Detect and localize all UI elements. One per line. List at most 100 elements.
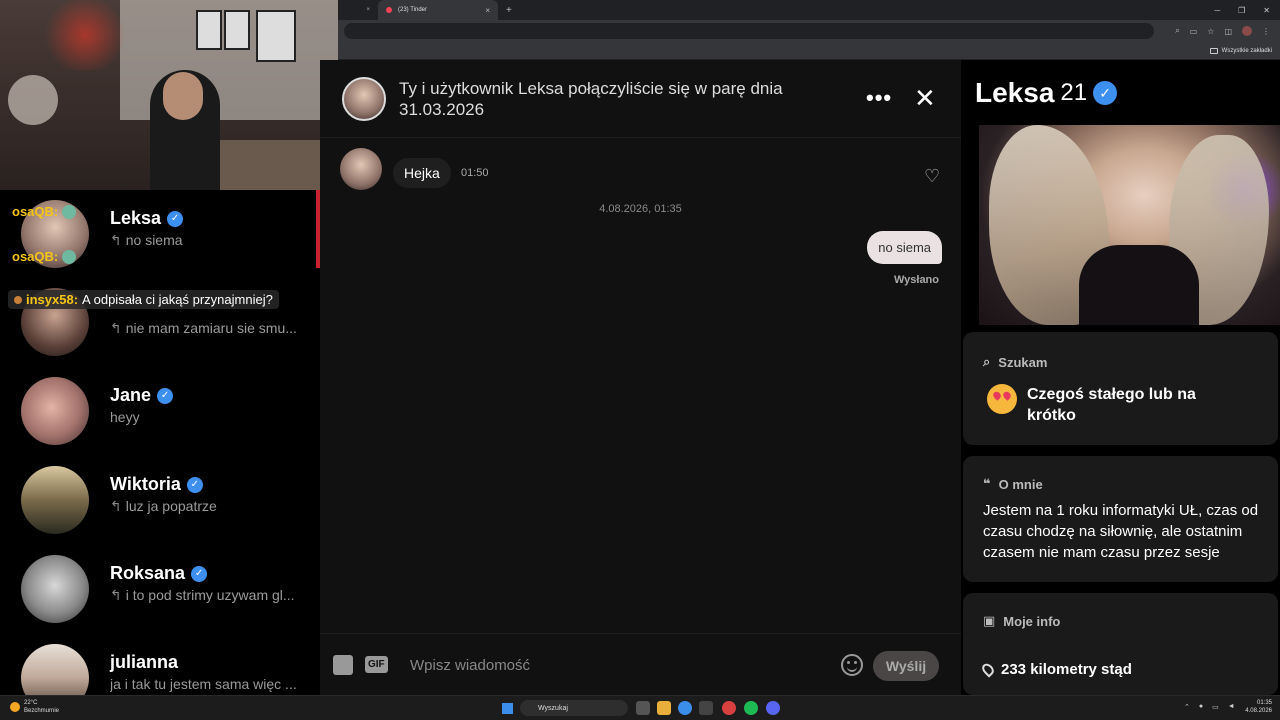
- clock[interactable]: 01:35 4.08.2026: [1245, 699, 1272, 715]
- app-icon[interactable]: [699, 701, 713, 715]
- conversation-item-roksana[interactable]: Roksana ✓ ↰ i to pod strimy uzywam gl...: [0, 545, 316, 633]
- date-separator: 4.08.2026, 01:35: [599, 203, 682, 215]
- reply-arrow-icon: ↰: [110, 320, 122, 336]
- stream-chat-message: osaQB:: [12, 204, 77, 219]
- contact-card-icon[interactable]: [333, 655, 353, 675]
- conversation-name: julianna: [110, 652, 179, 672]
- webcam-poster: [224, 10, 250, 50]
- system-tray: ⌃ ● ▭ ◄: [1184, 703, 1235, 711]
- reply-arrow-icon: ↰: [110, 587, 122, 603]
- location-pin-icon: [979, 661, 997, 678]
- toolbar-icons: ⌕ ▭ ☆ ◫ ⋮: [1175, 26, 1280, 36]
- avatar: [21, 644, 89, 695]
- tab-close-icon[interactable]: ×: [485, 6, 490, 15]
- profile-age: 21: [1060, 79, 1088, 106]
- quote-icon: ❝: [983, 476, 991, 491]
- chat-username: osaQB:: [12, 249, 59, 264]
- weather-widget[interactable]: 22°C Bezchmurnie: [10, 699, 59, 715]
- card-title: ▣ Moje info: [983, 613, 1061, 629]
- card-title: ⌕ Szukam: [983, 354, 1048, 370]
- screen: × (23) Tinder × + ─ ❐ ✕ ⌕ ▭ ☆ ◫ ⋮ Wszyst…: [0, 0, 1280, 720]
- webcam-red-light: [40, 0, 130, 70]
- cast-icon[interactable]: ▭: [1190, 27, 1198, 36]
- browser-tab-strip: × (23) Tinder × + ─ ❐ ✕: [338, 0, 1280, 20]
- tray-expand-icon[interactable]: ⌃: [1184, 703, 1190, 711]
- windows-start-icon[interactable]: [502, 703, 513, 714]
- conversation-name: Leksa ✓: [110, 208, 184, 229]
- task-view-icon[interactable]: [636, 701, 650, 715]
- app-icon[interactable]: [722, 701, 736, 715]
- chat-header: Ty i użytkownik Leksa połączyliście się …: [320, 60, 961, 138]
- chat-username: insyx58:: [26, 292, 79, 307]
- minimize-button[interactable]: ─: [1214, 6, 1220, 15]
- conversation-preview: ↰ luz ja popatrze: [110, 498, 217, 514]
- message-time: 01:50: [461, 167, 489, 179]
- browser-menu-icon[interactable]: ⋮: [1262, 27, 1270, 36]
- weather-temp: 22°C: [24, 700, 38, 706]
- webcam-poster: [196, 10, 222, 50]
- outgoing-message: no siema: [867, 231, 942, 264]
- send-button[interactable]: Wyślij: [873, 651, 939, 681]
- avatar: [21, 555, 89, 623]
- match-avatar[interactable]: [342, 77, 386, 121]
- folder-icon: [1209, 47, 1218, 54]
- browser-tab-tinder[interactable]: (23) Tinder ×: [378, 0, 498, 20]
- more-options-button[interactable]: •••: [866, 85, 892, 111]
- restore-button[interactable]: ❐: [1238, 6, 1245, 15]
- profile-avatar-icon[interactable]: [1242, 26, 1252, 36]
- file-explorer-icon[interactable]: [657, 701, 671, 715]
- tab-close-icon[interactable]: ×: [366, 7, 370, 13]
- window-controls: ─ ❐ ✕: [1214, 6, 1280, 15]
- conversation-preview: ja i tak tu jestem sama więc ...: [110, 676, 297, 692]
- verified-badge-icon: ✓: [1093, 81, 1118, 105]
- avatar: [21, 466, 89, 534]
- all-bookmarks-link[interactable]: Wszystkie zakładki: [1222, 48, 1272, 54]
- stream-chat-message: insyx58: A odpisała ci jakąś przynajmnie…: [8, 290, 279, 309]
- conversation-preview: ↰ nie mam zamiaru sie smu...: [110, 320, 297, 336]
- conversations-sidebar: Leksa ✓ ↰ no siema ↰ nie mam zamiaru sie s…: [0, 190, 320, 695]
- mic-icon[interactable]: ●: [1199, 703, 1203, 711]
- chat-panel: Ty i użytkownik Leksa połączyliście się …: [320, 60, 961, 695]
- id-card-icon: ▣: [983, 613, 996, 628]
- spotify-icon[interactable]: [744, 701, 758, 715]
- chrome-icon[interactable]: [678, 701, 692, 715]
- network-icon[interactable]: ▭: [1212, 703, 1219, 711]
- new-tab-button[interactable]: +: [506, 5, 512, 16]
- heart-eyes-emoji-icon: [987, 384, 1017, 414]
- profile-photo[interactable]: [979, 125, 1280, 325]
- conversation-item-julianna[interactable]: julianna ja i tak tu jestem sama więc ..…: [0, 634, 316, 695]
- address-toolbar: ⌕ ▭ ☆ ◫ ⋮: [338, 20, 1280, 42]
- reply-arrow-icon: ↰: [110, 232, 122, 248]
- verified-badge-icon: ✓: [167, 210, 184, 227]
- weather-sun-icon: [10, 702, 20, 712]
- photo-shirt: [1079, 245, 1199, 325]
- window-close-button[interactable]: ✕: [1263, 6, 1270, 15]
- gif-button[interactable]: GIF: [365, 656, 388, 673]
- conversation-item-wiktoria[interactable]: Wiktoria ✓ ↰ luz ja popatrze: [0, 456, 316, 544]
- like-message-heart-icon[interactable]: ♡: [924, 166, 940, 187]
- address-bar[interactable]: [344, 23, 1154, 39]
- conversation-name: Roksana ✓: [110, 563, 208, 584]
- message-input[interactable]: [410, 650, 830, 680]
- chat-badge-icon: [14, 295, 22, 304]
- extensions-icon[interactable]: ◫: [1224, 27, 1232, 36]
- close-chat-button[interactable]: ✕: [914, 84, 936, 112]
- emoji-icon[interactable]: [841, 654, 863, 676]
- weather-desc: Bezchmurnie: [24, 708, 60, 714]
- webcam-overlay: [0, 0, 338, 190]
- chat-username: osaQB:: [12, 204, 59, 219]
- zoom-icon[interactable]: ⌕: [1175, 26, 1179, 36]
- conversation-preview: ↰ no siema: [110, 232, 183, 248]
- volume-icon[interactable]: ◄: [1228, 703, 1235, 711]
- browser-tab-previous[interactable]: ×: [338, 0, 378, 20]
- info-card: ▣ Moje info 233 kilometry stąd: [963, 593, 1278, 695]
- taskbar-search[interactable]: Wyszukaj: [520, 700, 628, 716]
- bookmark-star-icon[interactable]: ☆: [1207, 27, 1214, 36]
- chat-emote-icon: [62, 249, 77, 264]
- card-title: ❝ O mnie: [983, 476, 1043, 492]
- distance-row: 233 kilometry stąd: [979, 659, 1132, 680]
- discord-icon[interactable]: [766, 701, 780, 715]
- verified-badge-icon: ✓: [191, 565, 208, 582]
- taskbar: 22°C Bezchmurnie Wyszukaj ⌃ ● ▭ ◄ 01:35 …: [0, 695, 1280, 720]
- conversation-item-jane[interactable]: Jane ✓ heyy: [0, 367, 316, 455]
